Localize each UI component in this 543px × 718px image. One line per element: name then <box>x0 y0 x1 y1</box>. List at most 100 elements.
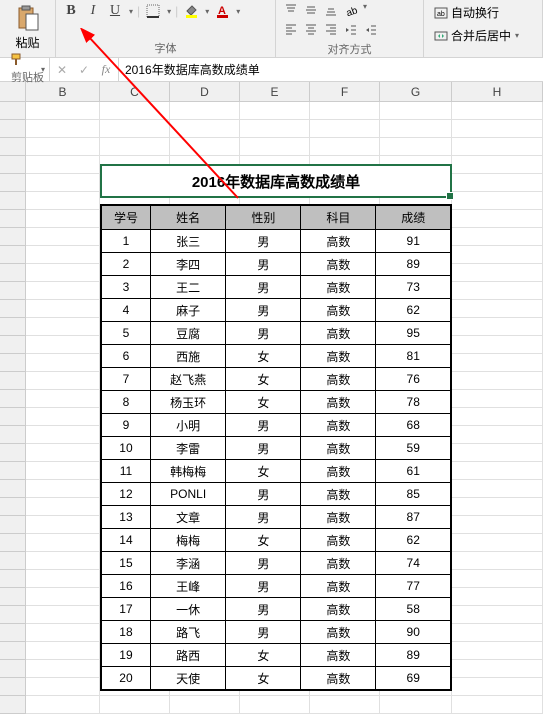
table-cell[interactable]: 高数 <box>301 299 376 322</box>
table-cell[interactable]: 男 <box>226 598 301 621</box>
row-header[interactable] <box>0 570 26 588</box>
table-cell[interactable]: 麻子 <box>150 299 225 322</box>
row-header[interactable] <box>0 480 26 498</box>
table-cell[interactable]: 14 <box>101 529 150 552</box>
row-header[interactable] <box>0 372 26 390</box>
cell[interactable] <box>26 678 100 696</box>
row-header[interactable] <box>0 336 26 354</box>
table-row[interactable]: 6西施女高数81 <box>101 345 451 368</box>
cell[interactable] <box>452 210 543 228</box>
table-cell[interactable]: 15 <box>101 552 150 575</box>
cell[interactable] <box>26 426 100 444</box>
table-row[interactable]: 7赵飞燕女高数76 <box>101 368 451 391</box>
cell[interactable] <box>26 282 100 300</box>
cell[interactable] <box>26 354 100 372</box>
align-left-button[interactable] <box>282 21 300 37</box>
cell[interactable] <box>310 138 380 156</box>
table-cell[interactable]: 2 <box>101 253 150 276</box>
cell[interactable] <box>452 498 543 516</box>
decrease-indent-button[interactable] <box>342 21 360 39</box>
row-header[interactable] <box>0 552 26 570</box>
chevron-down-icon[interactable]: ▾ <box>129 7 133 16</box>
table-cell[interactable]: 17 <box>101 598 150 621</box>
cell[interactable] <box>26 336 100 354</box>
table-cell[interactable]: 女 <box>226 391 301 414</box>
cell[interactable] <box>26 642 100 660</box>
table-cell[interactable]: 高数 <box>301 483 376 506</box>
cell[interactable] <box>240 138 310 156</box>
align-top-button[interactable] <box>282 2 300 18</box>
cell[interactable] <box>26 624 100 642</box>
table-cell[interactable]: 天使 <box>150 667 225 691</box>
row-header[interactable] <box>0 300 26 318</box>
table-cell[interactable]: 19 <box>101 644 150 667</box>
cell[interactable] <box>452 588 543 606</box>
row-header[interactable] <box>0 228 26 246</box>
table-cell[interactable]: 女 <box>226 644 301 667</box>
bold-button[interactable]: B <box>62 2 80 20</box>
table-cell[interactable]: 豆腐 <box>150 322 225 345</box>
row-header[interactable] <box>0 696 26 714</box>
table-cell[interactable]: 73 <box>376 276 451 299</box>
row-header[interactable] <box>0 318 26 336</box>
cell[interactable] <box>26 156 100 174</box>
table-cell[interactable]: 18 <box>101 621 150 644</box>
cell[interactable] <box>452 426 543 444</box>
italic-button[interactable]: I <box>84 2 102 20</box>
table-cell[interactable]: 高数 <box>301 253 376 276</box>
table-cell[interactable]: 9 <box>101 414 150 437</box>
table-row[interactable]: 12PONLI男高数85 <box>101 483 451 506</box>
row-header[interactable] <box>0 156 26 174</box>
table-cell[interactable]: 男 <box>226 506 301 529</box>
cell[interactable] <box>170 120 240 138</box>
row-header[interactable] <box>0 516 26 534</box>
table-cell[interactable]: PONLI <box>150 483 225 506</box>
cell[interactable] <box>26 246 100 264</box>
cell[interactable] <box>100 120 170 138</box>
cell[interactable] <box>452 390 543 408</box>
row-header[interactable] <box>0 408 26 426</box>
table-cell[interactable]: 59 <box>376 437 451 460</box>
table-cell[interactable]: 16 <box>101 575 150 598</box>
cell[interactable] <box>452 120 543 138</box>
row-header[interactable] <box>0 192 26 210</box>
table-row[interactable]: 17一休男高数58 <box>101 598 451 621</box>
cell[interactable] <box>380 138 452 156</box>
table-cell[interactable]: 10 <box>101 437 150 460</box>
table-row[interactable]: 2李四男高数89 <box>101 253 451 276</box>
cell[interactable] <box>26 570 100 588</box>
cell[interactable] <box>452 624 543 642</box>
table-cell[interactable]: 12 <box>101 483 150 506</box>
cell[interactable] <box>452 318 543 336</box>
cell[interactable] <box>26 498 100 516</box>
table-cell[interactable]: 女 <box>226 368 301 391</box>
cell[interactable] <box>452 552 543 570</box>
table-row[interactable]: 4麻子男高数62 <box>101 299 451 322</box>
table-cell[interactable]: 62 <box>376 529 451 552</box>
column-header[interactable]: H <box>452 82 543 101</box>
table-row[interactable]: 15李涵男高数74 <box>101 552 451 575</box>
table-cell[interactable]: 梅梅 <box>150 529 225 552</box>
table-cell[interactable]: 高数 <box>301 575 376 598</box>
table-cell[interactable]: 4 <box>101 299 150 322</box>
table-row[interactable]: 13文章男高数87 <box>101 506 451 529</box>
cell[interactable] <box>452 444 543 462</box>
cell[interactable] <box>452 336 543 354</box>
table-cell[interactable]: 87 <box>376 506 451 529</box>
table-row[interactable]: 20天使女高数69 <box>101 667 451 691</box>
table-cell[interactable]: 男 <box>226 299 301 322</box>
table-row[interactable]: 8杨玉环女高数78 <box>101 391 451 414</box>
table-cell[interactable]: 男 <box>226 483 301 506</box>
table-cell[interactable]: 文章 <box>150 506 225 529</box>
table-cell[interactable]: 85 <box>376 483 451 506</box>
table-header[interactable]: 科目 <box>301 205 376 230</box>
cell[interactable] <box>452 534 543 552</box>
cell[interactable] <box>380 696 452 714</box>
row-header[interactable] <box>0 120 26 138</box>
cell[interactable] <box>26 408 100 426</box>
row-header[interactable] <box>0 264 26 282</box>
cell[interactable] <box>100 102 170 120</box>
chevron-down-icon[interactable]: ▾ <box>236 7 240 16</box>
cell[interactable] <box>452 282 543 300</box>
table-cell[interactable]: 男 <box>226 322 301 345</box>
